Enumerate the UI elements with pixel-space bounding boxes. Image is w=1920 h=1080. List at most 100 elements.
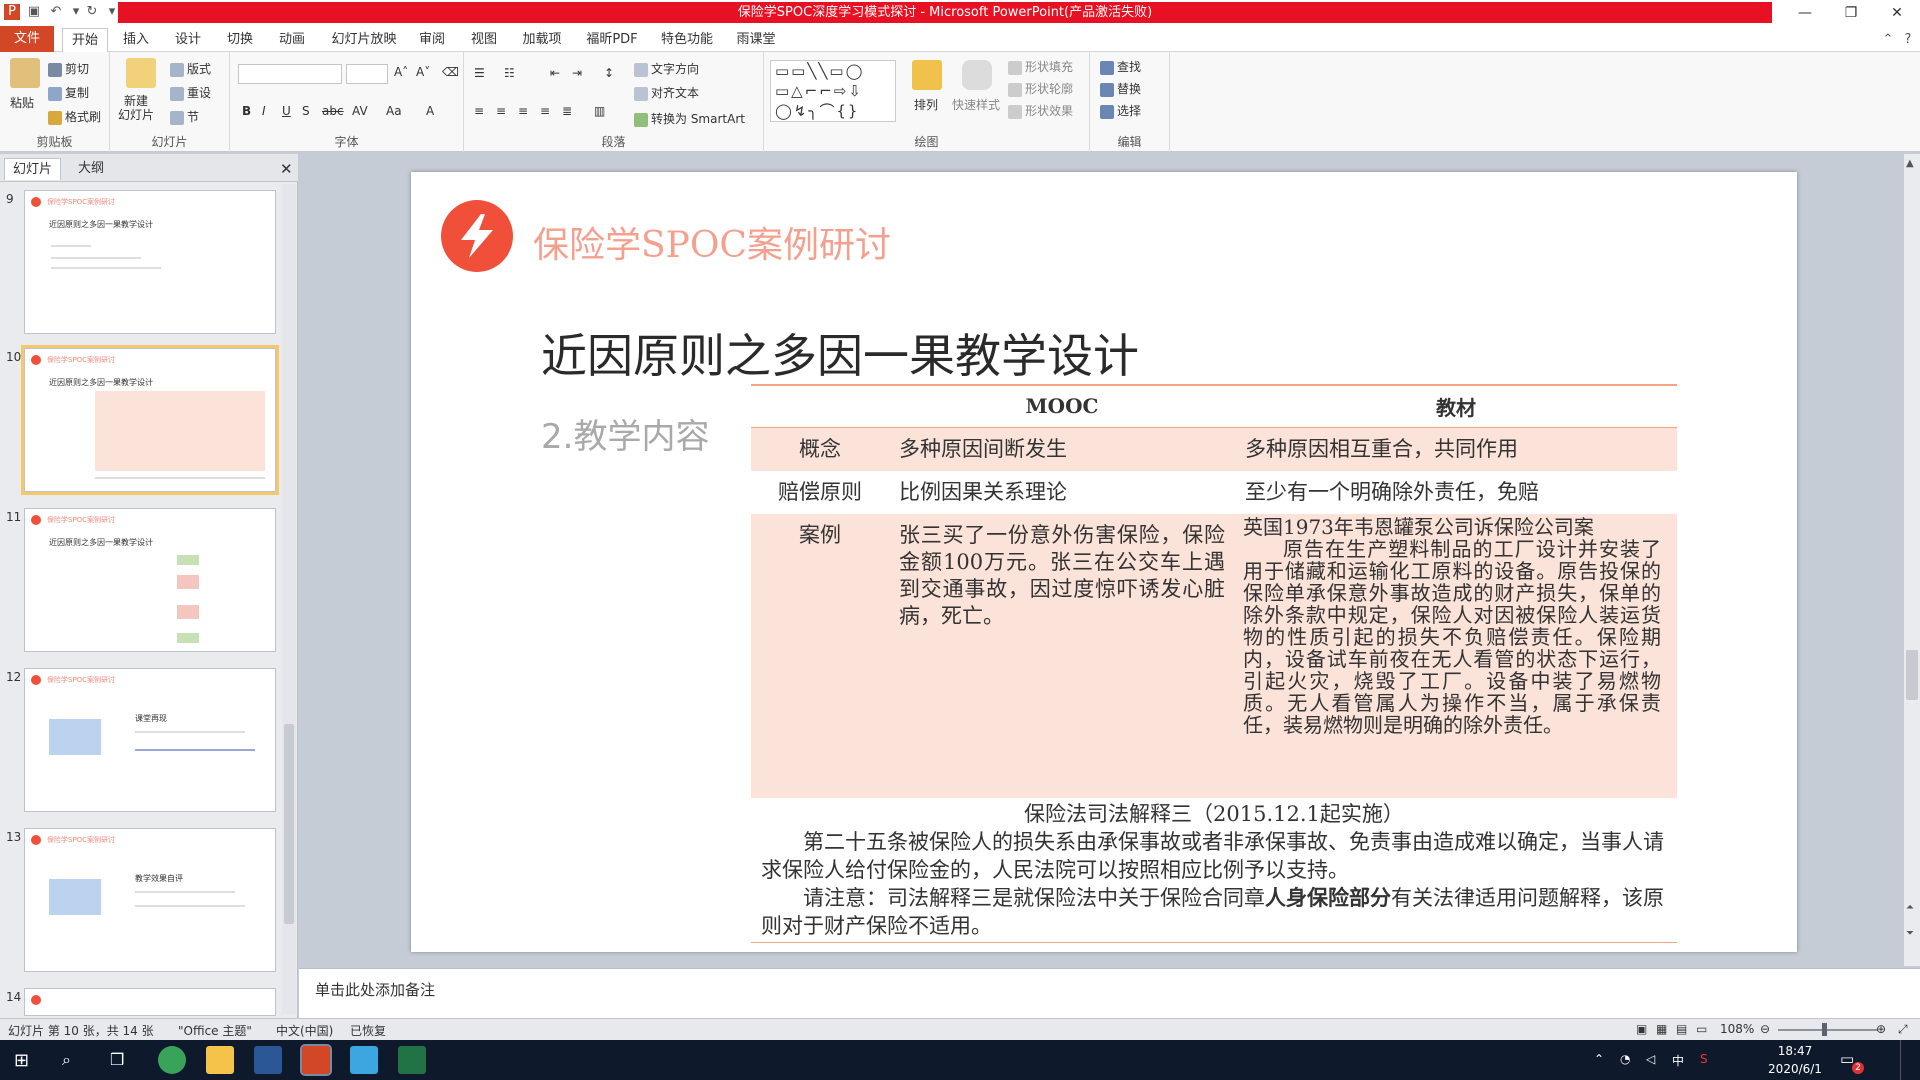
ime-indicator[interactable]: 中 <box>1672 1052 1684 1069</box>
tab-foxit-pdf[interactable]: 福昕PDF <box>578 28 646 52</box>
task-view-icon[interactable]: ❒ <box>110 1050 124 1069</box>
clock-time[interactable]: 18:47 <box>1770 1044 1820 1058</box>
tab-animations[interactable]: 动画 <box>270 28 314 52</box>
shape-effects-button[interactable]: 形状效果 <box>1008 102 1073 119</box>
change-case-icon[interactable]: Aa <box>386 104 402 118</box>
undo-dropdown-icon[interactable]: ▾ <box>68 4 84 20</box>
slide-subtitle[interactable]: 2.教学内容 <box>541 409 709 458</box>
tab-review[interactable]: 审阅 <box>410 28 454 52</box>
tab-features[interactable]: 特色功能 <box>654 28 720 52</box>
slide-thumbnail-13[interactable]: 保险学SPOC案例研讨 教学效果自评 <box>24 828 276 972</box>
distributed-icon[interactable]: ≣ <box>562 104 572 118</box>
comparison-table[interactable]: MOOC 教材 概念 多种原因间断发生 多种原因相互重合，共同作用 赔偿原则 比… <box>751 384 1677 798</box>
panel-scrollbar[interactable] <box>282 184 296 1014</box>
redo-icon[interactable]: ↻ <box>84 4 100 20</box>
italic-icon[interactable]: I <box>262 104 266 118</box>
slide-scroll-thumb[interactable] <box>1906 650 1918 700</box>
tab-rain-classroom[interactable]: 雨课堂 <box>728 28 784 52</box>
zoom-level[interactable]: 108% <box>1720 1022 1754 1036</box>
clear-format-icon[interactable]: ⌫ <box>442 65 459 79</box>
excel-icon[interactable] <box>398 1046 426 1074</box>
normal-view-icon[interactable]: ▣ <box>1636 1022 1647 1036</box>
paste-button[interactable]: 粘贴 <box>10 94 34 111</box>
panel-scroll-thumb[interactable] <box>284 724 294 924</box>
shape-fill-button[interactable]: 形状填充 <box>1008 58 1073 75</box>
replace-button[interactable]: 替换 <box>1100 80 1141 97</box>
slide-thumbnail-9[interactable]: 保险学SPOC案例研讨 近因原则之多因一果教学设计 <box>24 190 276 334</box>
bold-icon[interactable]: B <box>242 104 251 118</box>
tab-file[interactable]: 文件 <box>0 26 54 52</box>
tab-slides[interactable]: 幻灯片 <box>4 158 62 180</box>
char-spacing-icon[interactable]: AV <box>352 104 368 118</box>
tab-design[interactable]: 设计 <box>166 28 210 52</box>
section-button[interactable]: 节 <box>170 108 199 125</box>
quick-styles-button[interactable]: 快速样式 <box>952 96 1000 113</box>
new-slide-button[interactable]: 新建 幻灯片 <box>118 94 154 122</box>
format-painter-button[interactable]: 格式刷 <box>48 108 101 125</box>
columns-icon[interactable]: ▥ <box>594 104 605 118</box>
arrange-button[interactable]: 排列 <box>914 96 938 113</box>
sogou-icon[interactable]: S <box>1700 1052 1708 1066</box>
notes-placeholder[interactable]: 单击此处添加备注 <box>315 979 435 1000</box>
next-slide-icon[interactable]: ⏷ <box>1906 928 1914 939</box>
select-button[interactable]: 选择 <box>1100 102 1141 119</box>
powerpoint-taskbar-icon[interactable] <box>300 1044 332 1076</box>
tray-expand-icon[interactable]: ⌃ <box>1594 1052 1604 1066</box>
slide-scrollbar[interactable]: ▲ ⏶ ⏷ <box>1903 154 1920 966</box>
font-size-combo[interactable] <box>346 64 388 84</box>
previous-slide-icon[interactable]: ⏶ <box>1906 902 1914 913</box>
shapes-gallery[interactable]: ▭▭╲╲▭◯ ▭△⌐⌐⇨⇩ ◯↯╮⌒{} <box>770 60 896 122</box>
slideshow-icon[interactable]: ▭ <box>1696 1022 1707 1036</box>
close-panel-icon[interactable]: ✕ <box>272 158 301 180</box>
zoom-slider[interactable] <box>1778 1029 1878 1031</box>
shrink-font-icon[interactable]: A˅ <box>416 65 430 79</box>
scroll-up-icon[interactable]: ▲ <box>1906 158 1914 169</box>
undo-icon[interactable]: ↶ <box>48 4 64 20</box>
font-color-icon[interactable]: A <box>426 104 434 118</box>
decrease-indent-icon[interactable]: ⇤ <box>550 66 560 80</box>
minimize-button[interactable]: — <box>1782 0 1828 26</box>
slide-thumbnail-10[interactable]: 保险学SPOC案例研讨 近因原则之多因一果教学设计 <box>21 345 279 495</box>
copy-button[interactable]: 复制 <box>48 84 89 101</box>
network-icon[interactable]: ◔ <box>1620 1052 1630 1066</box>
notes-pane[interactable]: 单击此处添加备注 <box>299 968 1920 1018</box>
clock-date[interactable]: 2020/6/1 <box>1760 1062 1830 1076</box>
slide-sorter-icon[interactable]: ▦ <box>1656 1022 1667 1036</box>
tab-home[interactable]: 开始 <box>62 28 108 52</box>
bullets-icon[interactable]: ☰ <box>474 66 485 80</box>
zoom-slider-handle[interactable] <box>1822 1023 1827 1036</box>
search-icon[interactable]: ⌕ <box>62 1050 71 1070</box>
layout-button[interactable]: 版式 <box>170 60 211 77</box>
tab-insert[interactable]: 插入 <box>114 28 158 52</box>
shape-outline-button[interactable]: 形状轮廓 <box>1008 80 1073 97</box>
slide-thumbnail-11[interactable]: 保险学SPOC案例研讨 近因原则之多因一果教学设计 <box>24 508 276 652</box>
fit-to-window-icon[interactable]: ⤢ <box>1898 1022 1908 1037</box>
current-slide[interactable]: 保险学SPOC案例研讨 近因原则之多因一果教学设计 2.教学内容 MOOC 教材… <box>411 172 1797 952</box>
find-button[interactable]: 查找 <box>1100 58 1141 75</box>
language-indicator[interactable]: 中文(中国) <box>276 1022 333 1039</box>
app-icon[interactable] <box>350 1046 378 1074</box>
tab-outline[interactable]: 大纲 <box>70 158 112 180</box>
word-icon[interactable] <box>254 1046 282 1074</box>
show-desktop-button[interactable] <box>1900 1040 1904 1080</box>
reset-button[interactable]: 重设 <box>170 84 211 101</box>
line-spacing-icon[interactable]: ↕ <box>604 66 614 80</box>
tab-transitions[interactable]: 切换 <box>218 28 262 52</box>
windows-start-icon[interactable]: ⊞ <box>14 1050 29 1071</box>
align-left-icon[interactable]: ≡ <box>474 104 484 118</box>
increase-indent-icon[interactable]: ⇥ <box>572 66 582 80</box>
strikethrough-icon[interactable]: abc <box>322 104 344 118</box>
maximize-button[interactable]: ❐ <box>1828 0 1874 26</box>
font-name-combo[interactable] <box>238 64 342 84</box>
grow-font-icon[interactable]: A˄ <box>394 65 408 79</box>
collapse-ribbon-icon[interactable]: ⌃ <box>1880 32 1896 48</box>
zoom-in-icon[interactable]: ⊕ <box>1876 1022 1886 1036</box>
justify-icon[interactable]: ≡ <box>540 104 550 118</box>
close-button[interactable]: ✕ <box>1874 0 1920 26</box>
cut-button[interactable]: 剪切 <box>48 60 89 77</box>
slide-thumbnail-14[interactable] <box>24 988 276 1016</box>
volume-icon[interactable]: ◁ <box>1646 1052 1655 1066</box>
save-icon[interactable]: ▣ <box>26 4 42 20</box>
numbering-icon[interactable]: ☷ <box>504 66 515 80</box>
shadow-icon[interactable]: S <box>302 104 310 118</box>
